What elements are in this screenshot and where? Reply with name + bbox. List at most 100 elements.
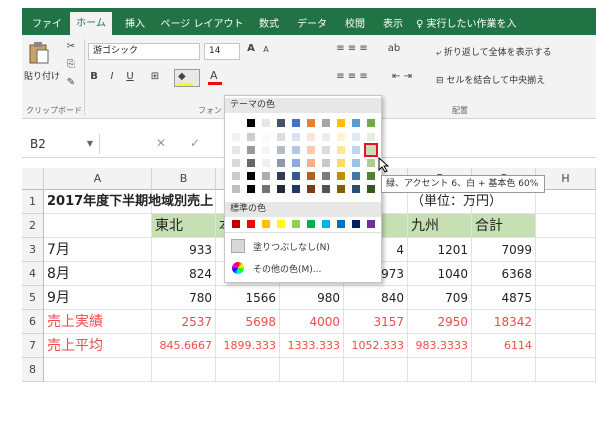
cell[interactable]: 6368 xyxy=(472,262,536,286)
theme-color-swatch[interactable] xyxy=(261,158,271,168)
format-painter-icon[interactable]: ✎ xyxy=(64,77,78,88)
cell[interactable]: 1333.333 xyxy=(280,334,344,358)
column-header[interactable]: A xyxy=(44,168,152,190)
cell[interactable] xyxy=(216,358,280,382)
column-header[interactable]: H xyxy=(536,168,596,190)
cancel-icon[interactable]: ✕ xyxy=(156,136,166,150)
tab-view[interactable]: 表示 xyxy=(378,14,408,35)
vertical-align-icons[interactable]: ≡ ≡ ≡ xyxy=(334,43,370,54)
theme-color-swatch[interactable] xyxy=(291,132,301,142)
cell[interactable] xyxy=(536,190,596,214)
theme-color-swatch[interactable] xyxy=(291,118,301,128)
standard-color-swatch[interactable] xyxy=(291,219,301,229)
cell[interactable]: 3157 xyxy=(344,310,408,334)
theme-color-swatch[interactable] xyxy=(276,158,286,168)
standard-color-swatch[interactable] xyxy=(276,219,286,229)
cell[interactable] xyxy=(44,358,152,382)
cell[interactable]: 7月 xyxy=(44,238,152,262)
theme-color-swatch[interactable] xyxy=(321,184,331,194)
italic-button[interactable]: I xyxy=(106,71,118,82)
cell[interactable]: 4000 xyxy=(280,310,344,334)
theme-color-swatch[interactable] xyxy=(291,184,301,194)
theme-color-swatch[interactable] xyxy=(246,158,256,168)
theme-color-swatch[interactable] xyxy=(276,145,286,155)
cell[interactable]: 2537 xyxy=(152,310,216,334)
fill-color-button[interactable]: ◆ xyxy=(174,69,200,87)
theme-color-swatch[interactable] xyxy=(231,132,241,142)
cell[interactable] xyxy=(536,358,596,382)
theme-color-swatch[interactable] xyxy=(366,132,376,142)
theme-color-swatch[interactable] xyxy=(351,184,361,194)
cell[interactable]: 1899.333 xyxy=(216,334,280,358)
cell[interactable] xyxy=(536,286,596,310)
cell[interactable]: 709 xyxy=(408,286,472,310)
tab-file[interactable]: ファイル xyxy=(28,14,66,51)
cell[interactable]: 売上平均 xyxy=(44,334,152,358)
cell[interactable] xyxy=(408,358,472,382)
cell[interactable]: 東北 xyxy=(152,214,216,238)
theme-color-swatch[interactable] xyxy=(246,145,256,155)
cell[interactable] xyxy=(536,334,596,358)
tab-page-layout[interactable]: ページ レイアウト xyxy=(158,14,246,35)
theme-color-swatch[interactable] xyxy=(306,158,316,168)
theme-color-swatch[interactable] xyxy=(351,171,361,181)
theme-color-swatch[interactable] xyxy=(366,118,376,128)
cell[interactable] xyxy=(280,358,344,382)
theme-color-swatch[interactable] xyxy=(366,158,376,168)
theme-color-swatch[interactable] xyxy=(306,184,316,194)
row-header[interactable]: 2 xyxy=(22,214,44,238)
row-header[interactable]: 8 xyxy=(22,358,44,382)
orientation-icon[interactable]: ab xyxy=(384,43,404,54)
merge-center-button[interactable]: ⊟ セルを結合して中央揃え xyxy=(436,73,545,86)
theme-color-swatch[interactable] xyxy=(336,118,346,128)
tab-formulas[interactable]: 数式 xyxy=(254,14,284,35)
theme-color-swatch[interactable] xyxy=(291,145,301,155)
theme-color-swatch[interactable] xyxy=(231,118,241,128)
horizontal-align-icons[interactable]: ≡ ≡ ≡ xyxy=(334,71,370,82)
theme-color-swatch[interactable] xyxy=(261,184,271,194)
theme-color-swatch[interactable] xyxy=(276,171,286,181)
theme-color-swatch[interactable] xyxy=(246,171,256,181)
indent-icons[interactable]: ⇤ ⇥ xyxy=(384,71,420,82)
theme-color-swatch[interactable] xyxy=(351,132,361,142)
theme-color-swatch[interactable] xyxy=(306,145,316,155)
row-header[interactable]: 1 xyxy=(22,190,44,214)
more-colors-item[interactable]: その他の色(M)... xyxy=(229,259,379,277)
cell[interactable]: 九州 xyxy=(408,214,472,238)
theme-color-swatch[interactable] xyxy=(306,132,316,142)
theme-color-swatch[interactable] xyxy=(261,118,271,128)
cell[interactable]: 9月 xyxy=(44,286,152,310)
cell[interactable] xyxy=(536,214,596,238)
shrink-font-icon[interactable]: A xyxy=(260,45,272,54)
cell[interactable] xyxy=(536,310,596,334)
tab-home[interactable]: ホーム xyxy=(70,12,112,35)
standard-color-swatch[interactable] xyxy=(321,219,331,229)
borders-icon[interactable]: ⊞ xyxy=(148,71,162,82)
row-header[interactable]: 5 xyxy=(22,286,44,310)
cell[interactable]: 2017年度下半期地域別売上 xyxy=(44,190,213,214)
row-header[interactable]: 6 xyxy=(22,310,44,334)
theme-color-swatch[interactable] xyxy=(321,158,331,168)
tab-review[interactable]: 校閲 xyxy=(340,14,370,35)
theme-color-swatch[interactable] xyxy=(276,118,286,128)
cell[interactable]: 6114 xyxy=(472,334,536,358)
cell[interactable]: 980 xyxy=(280,286,344,310)
tab-insert[interactable]: 挿入 xyxy=(120,14,150,35)
theme-color-swatch[interactable] xyxy=(276,132,286,142)
underline-button[interactable]: U xyxy=(124,71,136,82)
theme-color-swatch[interactable] xyxy=(351,118,361,128)
bold-button[interactable]: B xyxy=(88,71,100,82)
theme-color-swatch[interactable] xyxy=(321,118,331,128)
cell[interactable]: 8月 xyxy=(44,262,152,286)
cell[interactable]: 933 xyxy=(152,238,216,262)
cell[interactable]: 2950 xyxy=(408,310,472,334)
cell[interactable]: 983.3333 xyxy=(408,334,472,358)
no-fill-item[interactable]: 塗りつぶしなし(N) xyxy=(229,237,379,255)
cell[interactable]: 4875 xyxy=(472,286,536,310)
row-header[interactable]: 3 xyxy=(22,238,44,262)
cell[interactable] xyxy=(536,262,596,286)
wrap-text-button[interactable]: ⤶ 折り返して全体を表示する xyxy=(436,45,552,58)
cell[interactable]: 1052.333 xyxy=(344,334,408,358)
cell[interactable]: 売上実績 xyxy=(44,310,152,334)
cell[interactable] xyxy=(472,190,536,214)
